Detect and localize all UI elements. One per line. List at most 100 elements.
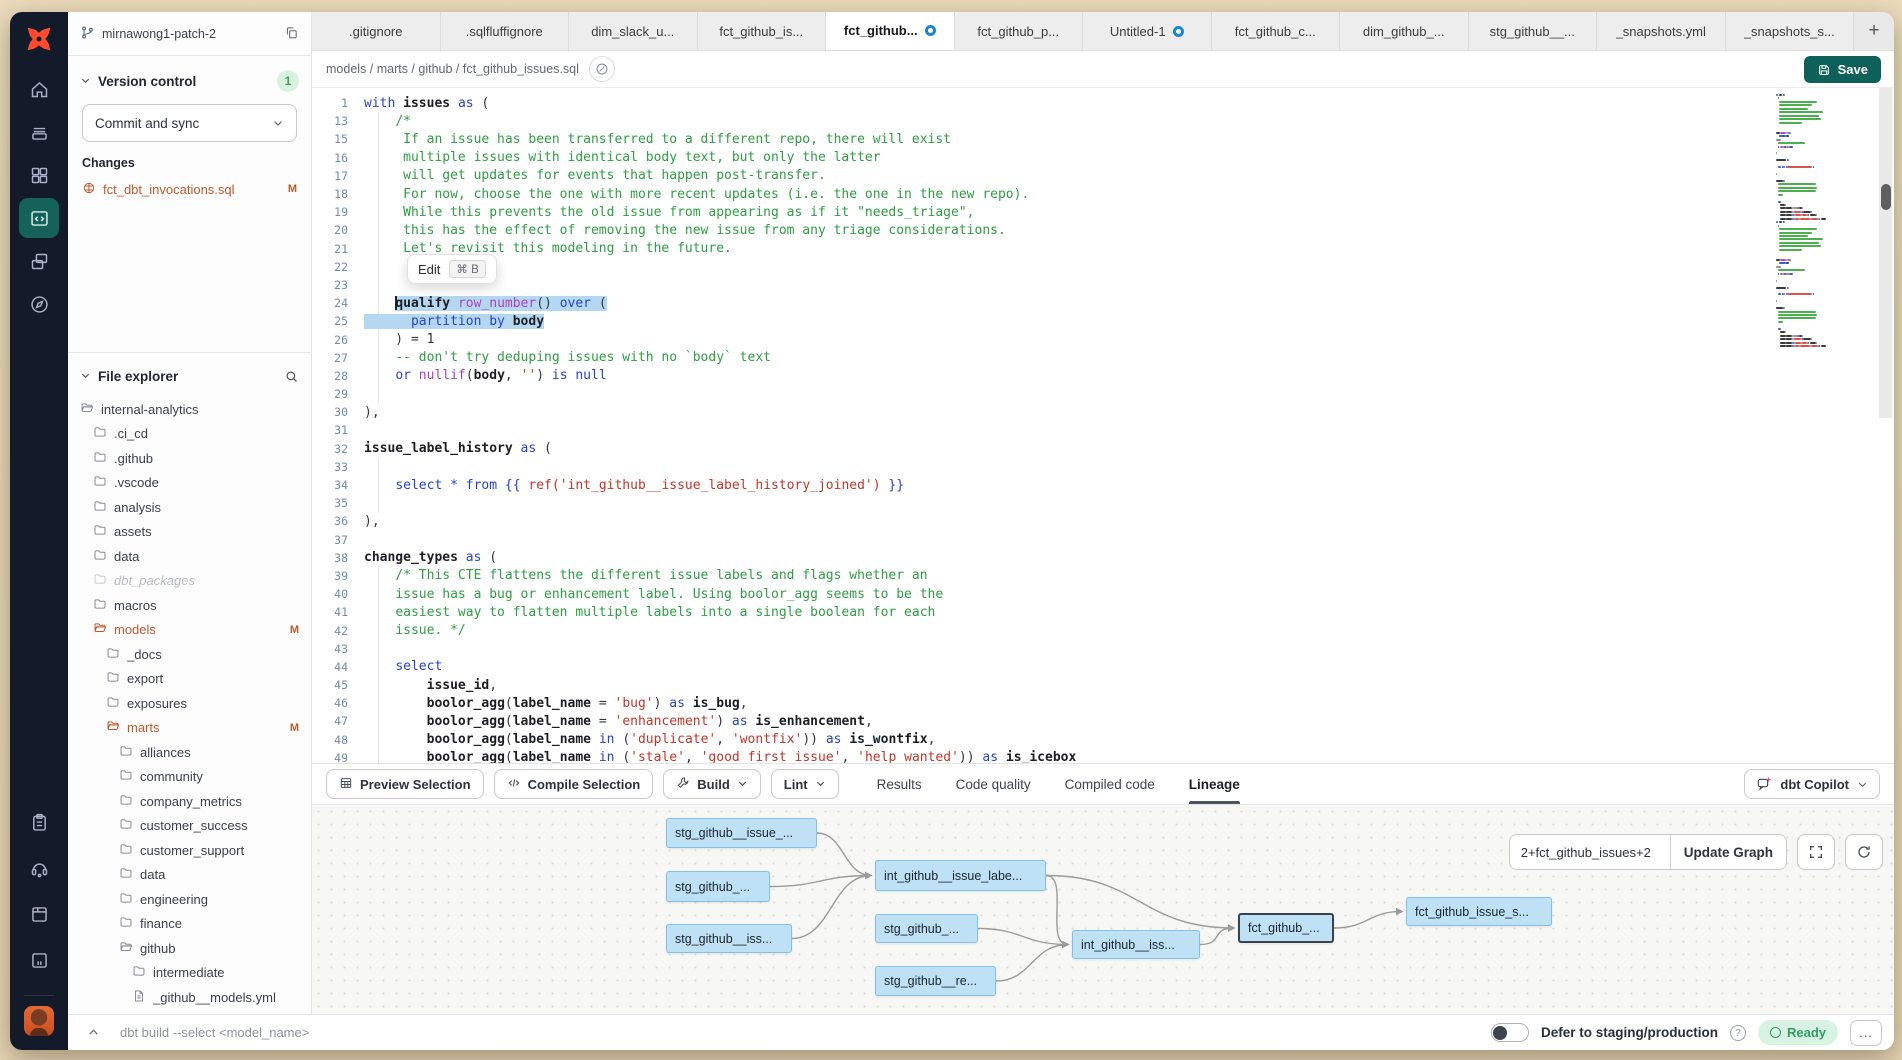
- ide-code-icon[interactable]: [19, 198, 59, 238]
- tree-item-exposures[interactable]: exposures: [80, 691, 299, 716]
- tree-item-macros[interactable]: macros: [80, 593, 299, 618]
- fullscreen-button[interactable]: [1797, 834, 1835, 870]
- tab-.gitignore[interactable]: .gitignore: [312, 12, 441, 50]
- clipboard-icon[interactable]: [19, 802, 59, 842]
- develop-windows-icon[interactable]: [19, 241, 59, 281]
- tab-fct_github_c...[interactable]: fct_github_c...: [1212, 12, 1341, 50]
- lineage-node-8[interactable]: fct_github_issue_s...: [1406, 897, 1552, 926]
- code-line[interactable]: 36),: [312, 512, 1774, 530]
- notebook-icon[interactable]: [19, 940, 59, 980]
- code-line[interactable]: 34 select * from {{ ref('int_github__iss…: [312, 476, 1774, 494]
- lineage-node-6[interactable]: int_github__iss...: [1072, 930, 1200, 959]
- code-editor[interactable]: 1with issues as (13 /*15 If an issue has…: [312, 88, 1894, 763]
- toolbar-button-build[interactable]: Build: [663, 769, 761, 799]
- code-line[interactable]: 46 boolor_agg(label_name = 'bug') as is_…: [312, 694, 1774, 712]
- code-line[interactable]: 15 If an issue has been transferred to a…: [312, 130, 1774, 148]
- code-line[interactable]: 47 boolor_agg(label_name = 'enhancement'…: [312, 712, 1774, 730]
- code-line[interactable]: 28 or nullif(body, '') is null: [312, 367, 1774, 385]
- home-icon[interactable]: [19, 69, 59, 109]
- code-line[interactable]: 40 issue has a bug or enhancement label.…: [312, 585, 1774, 603]
- code-line[interactable]: 38change_types as (: [312, 549, 1774, 567]
- tree-item-community[interactable]: community: [80, 765, 299, 790]
- user-avatar[interactable]: [24, 1006, 54, 1036]
- toolbar-button-compile-selection[interactable]: Compile Selection: [494, 769, 654, 799]
- code-line[interactable]: 23: [312, 276, 1774, 294]
- lineage-node-4[interactable]: stg_github_...: [875, 914, 978, 943]
- tree-item-.vscode[interactable]: .vscode: [80, 471, 299, 496]
- tree-item-dbt_packages[interactable]: dbt_packages: [80, 569, 299, 594]
- tree-item-data[interactable]: data: [80, 863, 299, 888]
- tree-item-finance[interactable]: finance: [80, 912, 299, 937]
- result-tab-lineage[interactable]: Lineage: [1189, 764, 1240, 804]
- help-icon[interactable]: ?: [1730, 1025, 1746, 1041]
- docs-book-icon[interactable]: [19, 894, 59, 934]
- commit-and-sync-button[interactable]: Commit and sync: [82, 104, 297, 142]
- defer-toggle[interactable]: [1491, 1023, 1529, 1042]
- more-options-button[interactable]: ...: [1850, 1020, 1882, 1046]
- tab-fct_github...[interactable]: fct_github...: [826, 12, 955, 50]
- tree-item-analysis[interactable]: analysis: [80, 495, 299, 520]
- dashboard-grid-icon[interactable]: [19, 155, 59, 195]
- result-tab-compiled-code[interactable]: Compiled code: [1065, 764, 1155, 804]
- dbt-copilot-button[interactable]: dbt Copilot: [1744, 769, 1880, 799]
- tab-stg_github__...[interactable]: stg_github__...: [1469, 12, 1598, 50]
- tree-item-.ci_cd[interactable]: .ci_cd: [80, 422, 299, 447]
- lineage-node-0[interactable]: stg_github__issue_...: [666, 818, 817, 848]
- result-tab-results[interactable]: Results: [877, 764, 922, 804]
- result-tab-code-quality[interactable]: Code quality: [956, 764, 1031, 804]
- code-line[interactable]: 13 /*: [312, 112, 1774, 130]
- tree-item-engineering[interactable]: engineering: [80, 887, 299, 912]
- tab-dim_slack_u...[interactable]: dim_slack_u...: [569, 12, 698, 50]
- toolbar-button-lint[interactable]: Lint: [771, 769, 839, 799]
- toolbar-button-preview-selection[interactable]: Preview Selection: [326, 769, 484, 799]
- copy-branch-icon[interactable]: [284, 25, 299, 43]
- refresh-button[interactable]: [1845, 834, 1883, 870]
- lineage-node-2[interactable]: stg_github__iss...: [666, 924, 792, 953]
- tree-item-_docs[interactable]: _docs: [80, 642, 299, 667]
- edit-popup[interactable]: Edit ⌘ B: [407, 254, 497, 284]
- new-tab-button[interactable]: +: [1854, 12, 1894, 50]
- file-lineage-icon-button[interactable]: [589, 56, 615, 82]
- tree-item-models[interactable]: modelsM: [80, 618, 299, 643]
- editor-scrollbar[interactable]: [1879, 88, 1892, 763]
- deploy-stack-icon[interactable]: [19, 112, 59, 152]
- tree-item-data[interactable]: data: [80, 544, 299, 569]
- code-line[interactable]: 44 select: [312, 658, 1774, 676]
- lineage-node-3[interactable]: int_github__issue_labe...: [875, 860, 1046, 891]
- support-headset-icon[interactable]: [19, 848, 59, 888]
- tree-item-export[interactable]: export: [80, 667, 299, 692]
- tab-fct_github_p...[interactable]: fct_github_p...: [955, 12, 1084, 50]
- code-line[interactable]: 32issue_label_history as (: [312, 440, 1774, 458]
- tab-_snapshots_s...[interactable]: _snapshots_s...: [1726, 12, 1855, 50]
- lineage-node-7[interactable]: fct_github_...: [1238, 913, 1334, 943]
- code-line[interactable]: 31: [312, 421, 1774, 439]
- code-line[interactable]: 48 boolor_agg(label_name in ('duplicate'…: [312, 731, 1774, 749]
- code-line[interactable]: 41 easiest way to flatten multiple label…: [312, 603, 1774, 621]
- code-line[interactable]: 18 For now, choose the one with more rec…: [312, 185, 1774, 203]
- file-explorer-header[interactable]: File explorer: [80, 361, 299, 391]
- code-line[interactable]: 19 While this prevents the old issue fro…: [312, 203, 1774, 221]
- code-line[interactable]: 43: [312, 640, 1774, 658]
- code-line[interactable]: 24 qualify row_number() over (: [312, 294, 1774, 312]
- code-line[interactable]: 25 partition by body: [312, 312, 1774, 330]
- code-line[interactable]: 22: [312, 258, 1774, 276]
- code-line[interactable]: 49 boolor_agg(label_name in ('stale', 'g…: [312, 749, 1774, 763]
- scrollbar-thumb[interactable]: [1881, 184, 1891, 210]
- minimap[interactable]: [1776, 94, 1860, 406]
- lineage-node-1[interactable]: stg_github_...: [666, 871, 770, 902]
- tree-item-intermediate[interactable]: intermediate: [80, 961, 299, 986]
- dbt-command-input[interactable]: dbt build --select <model_name>: [120, 1025, 1477, 1040]
- tab-fct_github_is...[interactable]: fct_github_is...: [698, 12, 827, 50]
- code-line[interactable]: 33: [312, 458, 1774, 476]
- code-line[interactable]: 17 will get updates for events that happ…: [312, 167, 1774, 185]
- update-graph-button[interactable]: Update Graph: [1670, 835, 1786, 869]
- tree-item-customer_support[interactable]: customer_support: [80, 838, 299, 863]
- tab-_snapshots.yml[interactable]: _snapshots.yml: [1597, 12, 1726, 50]
- tree-item-assets[interactable]: assets: [80, 520, 299, 545]
- command-bar-expand-button[interactable]: [80, 1020, 106, 1046]
- tree-item-company_metrics[interactable]: company_metrics: [80, 789, 299, 814]
- changed-file-item[interactable]: fct_dbt_invocations.sqlM: [80, 176, 299, 202]
- code-line[interactable]: 37: [312, 531, 1774, 549]
- tree-item-.github[interactable]: .github: [80, 446, 299, 471]
- save-button[interactable]: Save: [1804, 56, 1881, 83]
